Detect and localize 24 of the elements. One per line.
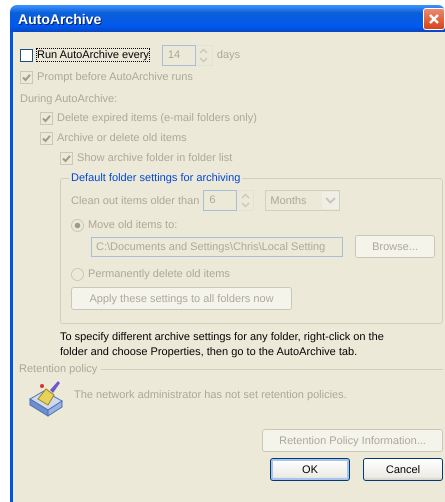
field-label: Clean out items older than [71,194,200,206]
close-button[interactable] [423,8,445,30]
option-label: Show archive folder in folder list [77,152,232,164]
section-label: During AutoArchive: [20,92,118,107]
option-label: Delete expired items (e-mail folders only) [57,112,257,124]
caret-icon[interactable] [322,192,340,209]
option-label: Archive or delete old items [57,132,187,144]
option-label: Move old items to: [88,219,178,231]
window-title: AutoArchive [18,10,102,26]
policy-message: The network administrator has not set retention policies. [74,389,347,401]
option-label: Permanently delete old items [88,268,230,280]
spin-buttons[interactable] [237,190,254,211]
spin-buttons[interactable] [196,44,213,66]
section-label: Retention policy [19,363,98,375]
dialog-button[interactable]: Cancel [363,458,443,481]
tray-brush-icon [28,379,64,417]
info-text: To specify different archive settings for any folder, right-click on the folder and choose Properties, then go to the AutoArchive tab. [60,330,385,360]
group-title: Default folder settings for archiving [70,172,242,184]
close-icon [428,12,440,24]
dialog-button[interactable]: OK [270,458,350,481]
option-label: Run AutoArchive every [37,49,149,61]
unit-label: days [216,49,240,61]
option-label: Prompt before AutoArchive runs [37,71,193,83]
checkbox[interactable] [20,48,33,62]
